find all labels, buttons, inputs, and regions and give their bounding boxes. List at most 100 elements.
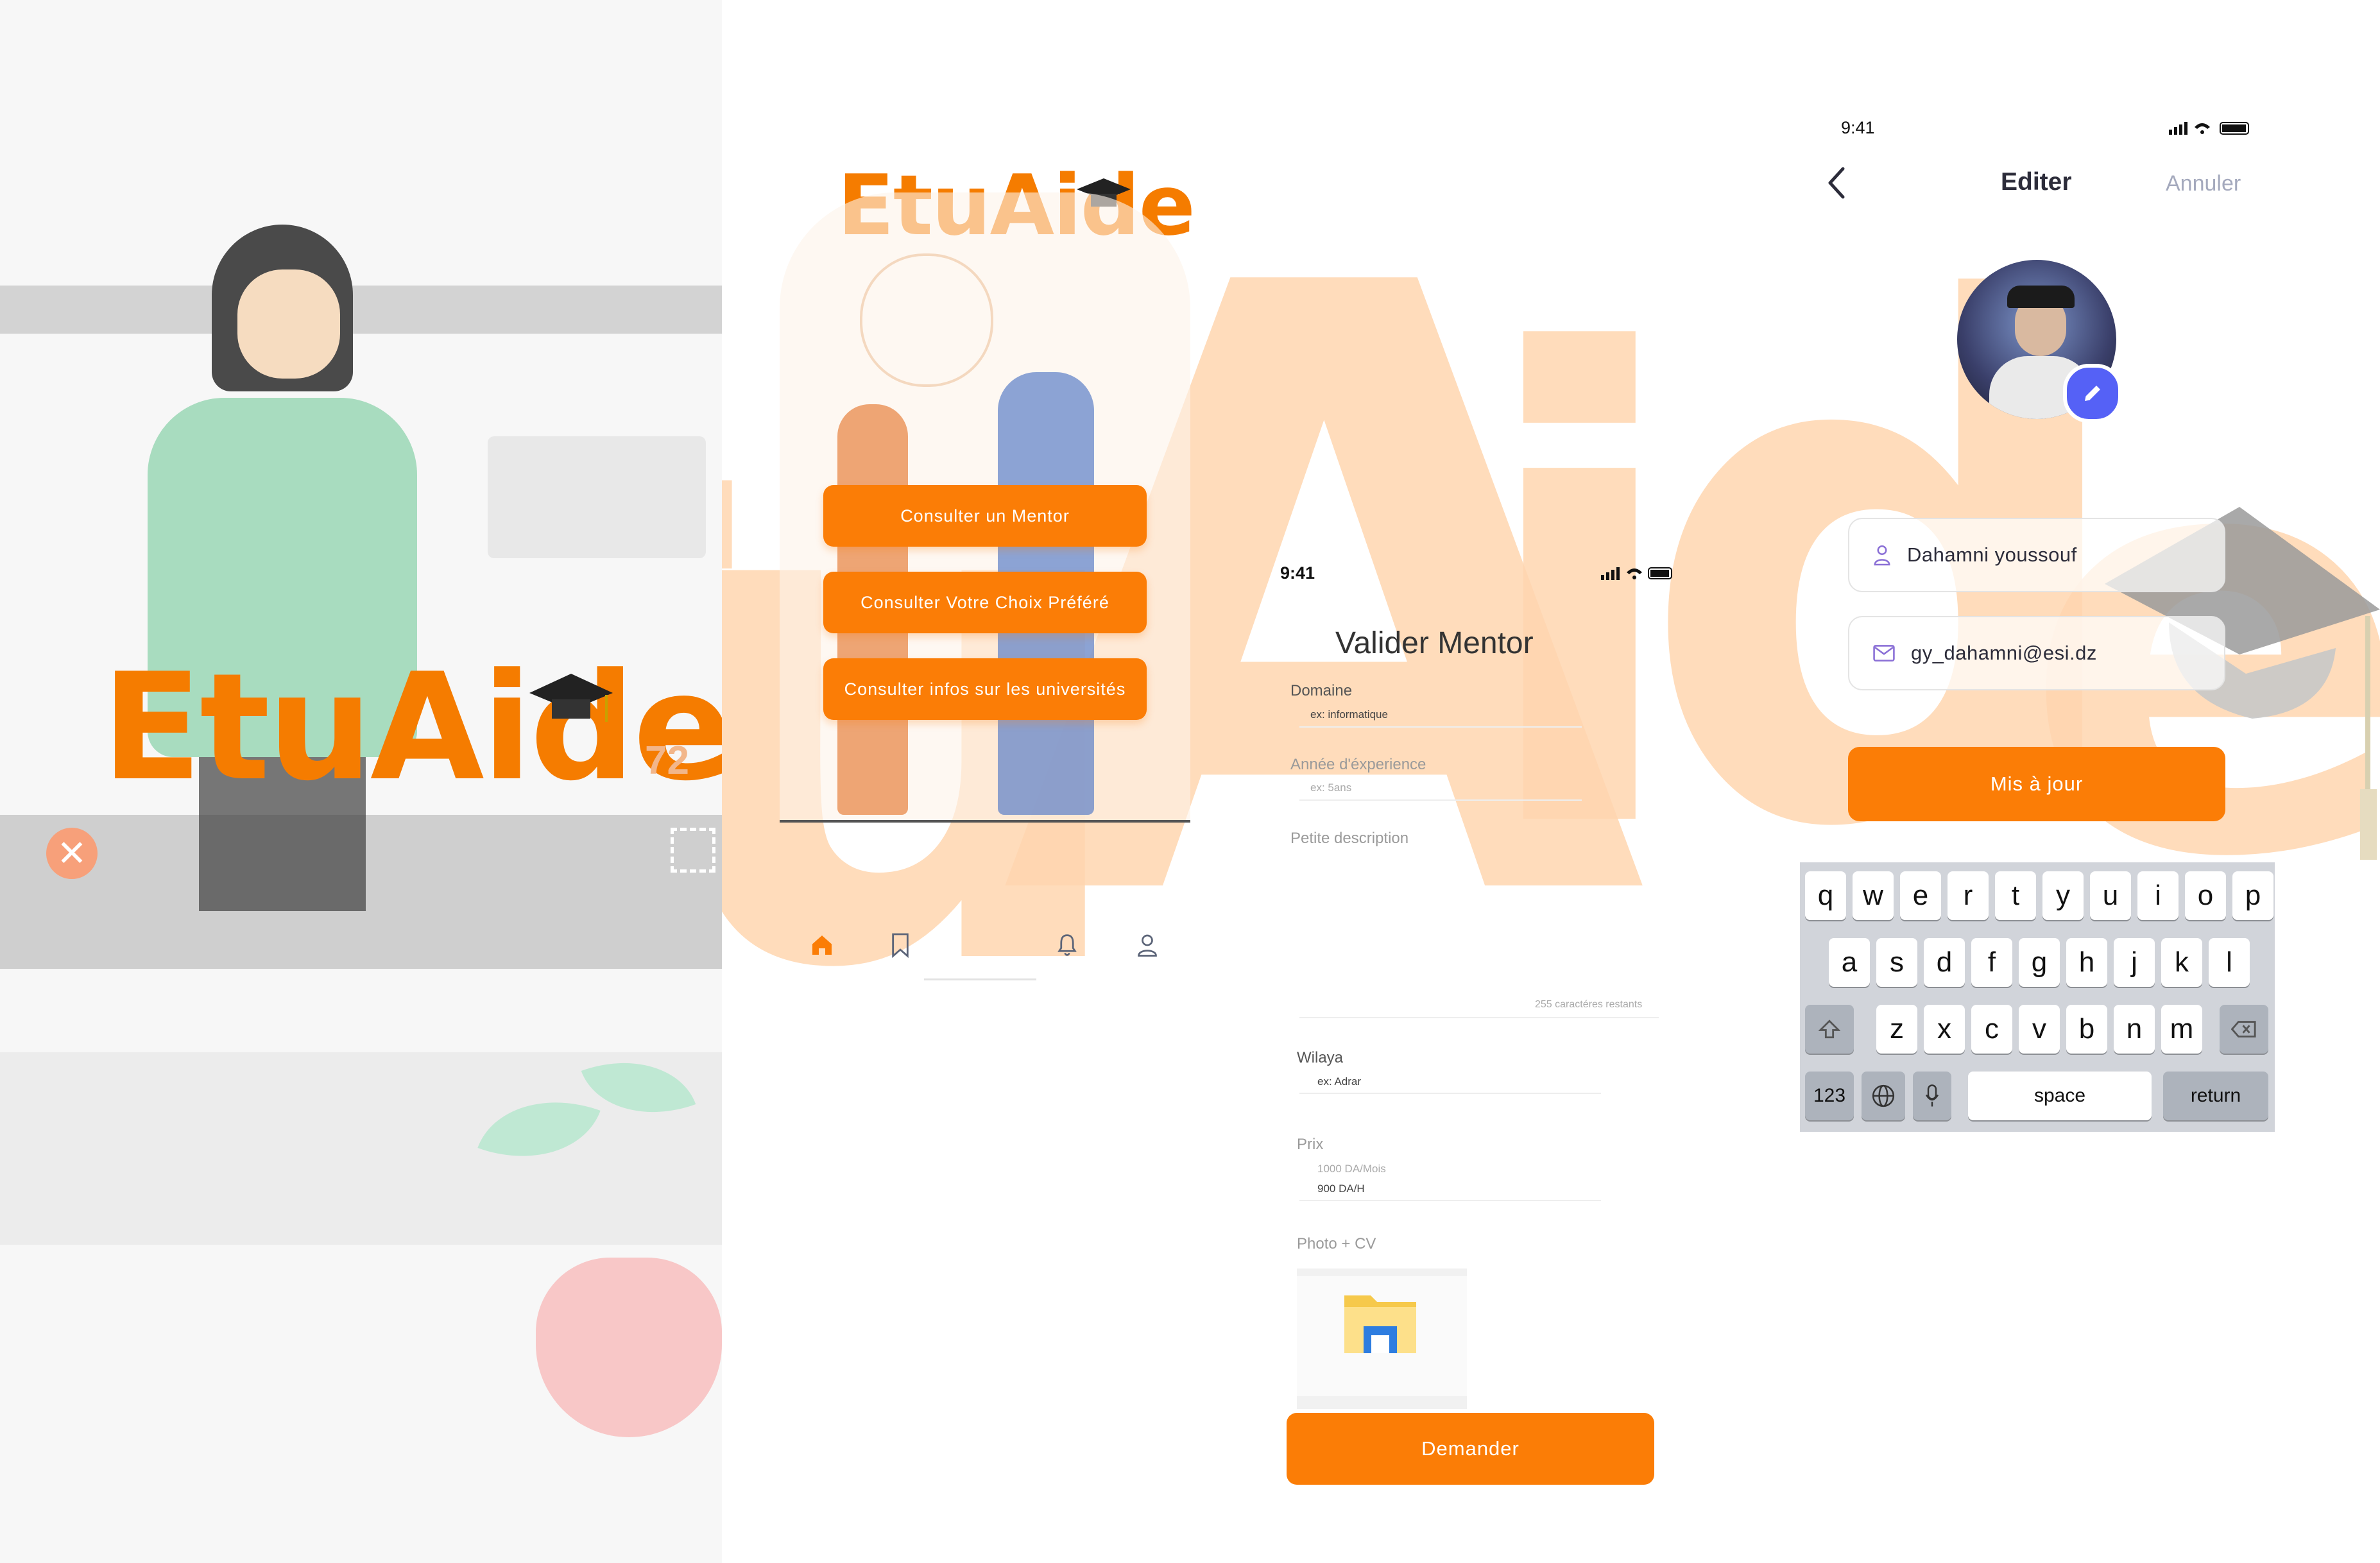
- globe-icon: [1872, 1084, 1895, 1107]
- edit-title: Editer: [2001, 168, 2072, 196]
- tab-bar: [780, 911, 1190, 982]
- name-field[interactable]: Dahamni youssouf: [1848, 518, 2225, 592]
- consult-favorite-button[interactable]: Consulter Votre Choix Préféré: [823, 572, 1147, 633]
- edit-avatar-button[interactable]: [2063, 364, 2122, 423]
- key-h[interactable]: h: [2066, 938, 2107, 987]
- description-textarea[interactable]: [1290, 860, 1650, 1007]
- hero-panel: EtuAide 72 ✕: [0, 0, 722, 1563]
- user-icon: [1874, 545, 1890, 566]
- globe-key[interactable]: [1862, 1072, 1905, 1120]
- back-button[interactable]: [1824, 164, 1852, 202]
- hero-logo: EtuAide: [101, 642, 722, 814]
- key-l[interactable]: l: [2209, 938, 2250, 987]
- key-q[interactable]: q: [1805, 871, 1846, 920]
- key-r[interactable]: r: [1948, 871, 1989, 920]
- pencil-icon: [2085, 386, 2100, 401]
- prix-input[interactable]: 900 DA/H: [1317, 1183, 1365, 1195]
- form-title: Valider Mentor: [1335, 626, 1534, 660]
- description-underline: [1299, 1017, 1659, 1018]
- delete-icon: [2231, 1021, 2256, 1038]
- update-button[interactable]: Mis à jour: [1848, 747, 2225, 821]
- tab-profile[interactable]: [1133, 930, 1162, 960]
- experience-underline: [1299, 799, 1582, 801]
- delete-key[interactable]: [2220, 1005, 2268, 1054]
- mic-key[interactable]: [1913, 1072, 1951, 1120]
- key-m[interactable]: m: [2161, 1005, 2202, 1054]
- key-j[interactable]: j: [2114, 938, 2155, 987]
- submit-button[interactable]: Demander: [1287, 1413, 1654, 1485]
- consult-mentor-button[interactable]: Consulter un Mentor: [823, 485, 1147, 547]
- edit-profile-screen: 9:41 Editer Annuler Dahamni youssouf gy_…: [1790, 96, 2380, 1155]
- hero-blurred-number: 72: [645, 739, 689, 783]
- domaine-underline: [1299, 726, 1582, 728]
- key-g[interactable]: g: [2019, 938, 2060, 987]
- shift-icon: [1819, 1020, 1840, 1039]
- domaine-input[interactable]: ex: informatique: [1310, 708, 1388, 721]
- status-time: 9:41: [1280, 563, 1315, 583]
- mail-icon: [1873, 645, 1895, 662]
- woman-face: [237, 269, 340, 379]
- graduation-cap-icon: [526, 670, 616, 735]
- email-value: gy_dahamni@esi.dz: [1911, 642, 2097, 664]
- experience-input[interactable]: ex: 5ans: [1310, 782, 1351, 794]
- status-icons: [1601, 565, 1675, 581]
- avatar-cap: [2007, 286, 2075, 308]
- home-screen: EtuAide Consulter un Mentor Consulter Vo…: [780, 0, 1195, 1027]
- cancel-button[interactable]: Annuler: [2166, 171, 2241, 196]
- folder-icon: [1344, 1295, 1416, 1353]
- numbers-key[interactable]: 123: [1805, 1072, 1854, 1120]
- home-icon: [812, 935, 832, 955]
- hero-card: [488, 436, 706, 558]
- tab-notifications[interactable]: [1052, 930, 1082, 960]
- key-c[interactable]: c: [1971, 1005, 2012, 1054]
- key-o[interactable]: o: [2185, 871, 2226, 920]
- wilaya-input[interactable]: ex: Adrar: [1317, 1075, 1361, 1088]
- key-v[interactable]: v: [2019, 1005, 2060, 1054]
- prix-underline: [1299, 1200, 1601, 1201]
- key-f[interactable]: f: [1971, 938, 2012, 987]
- shift-key[interactable]: [1805, 1005, 1854, 1054]
- key-a[interactable]: a: [1829, 938, 1870, 987]
- illustration-ground: [780, 820, 1190, 823]
- chevron-left-icon: [1828, 167, 1845, 199]
- key-y[interactable]: y: [2042, 871, 2084, 920]
- experience-label: Année d'éxperience: [1290, 756, 1426, 773]
- key-w[interactable]: w: [1853, 871, 1894, 920]
- key-s[interactable]: s: [1876, 938, 1917, 987]
- email-field[interactable]: gy_dahamni@esi.dz: [1848, 616, 2225, 690]
- key-n[interactable]: n: [2114, 1005, 2155, 1054]
- return-key[interactable]: return: [2163, 1072, 2268, 1120]
- close-icon: ✕: [46, 828, 98, 879]
- key-b[interactable]: b: [2066, 1005, 2107, 1054]
- bookmark-icon: [892, 933, 909, 958]
- plant-pot: [536, 1258, 722, 1437]
- consult-universities-button[interactable]: Consulter infos sur les universités: [823, 658, 1147, 720]
- hero-top-bar: [0, 286, 722, 334]
- tab-home[interactable]: [807, 930, 837, 960]
- fullscreen-icon: [671, 828, 715, 873]
- key-e[interactable]: e: [1900, 871, 1941, 920]
- key-u[interactable]: u: [2090, 871, 2131, 920]
- key-z[interactable]: z: [1876, 1005, 1917, 1054]
- photo-upload[interactable]: [1297, 1268, 1467, 1409]
- prix-hint: 1000 DA/Mois: [1317, 1163, 1386, 1175]
- bell-icon: [1057, 934, 1077, 956]
- space-key[interactable]: space: [1968, 1072, 2152, 1120]
- keyboard: qwertyuiop asdfghjkl zxcvbnm 123 space r…: [1800, 862, 2275, 1132]
- key-t[interactable]: t: [1995, 871, 2036, 920]
- key-p[interactable]: p: [2232, 871, 2273, 920]
- status-time: 9:41: [1841, 118, 1875, 137]
- key-i[interactable]: i: [2137, 871, 2179, 920]
- name-value: Dahamni youssouf: [1907, 543, 2077, 566]
- status-icons: [2169, 119, 2252, 137]
- photo-label: Photo + CV: [1297, 1235, 1376, 1252]
- wilaya-label: Wilaya: [1297, 1049, 1344, 1066]
- key-d[interactable]: d: [1924, 938, 1965, 987]
- tab-bookmark[interactable]: [886, 930, 915, 960]
- key-k[interactable]: k: [2161, 938, 2202, 987]
- user-icon: [1138, 934, 1157, 957]
- prix-label: Prix: [1297, 1136, 1324, 1153]
- key-x[interactable]: x: [1924, 1005, 1965, 1054]
- mentor-form-screen: 9:41 Valider Mentor Domaine ex: informat…: [1274, 552, 1672, 1514]
- microphone-icon: [1925, 1084, 1939, 1107]
